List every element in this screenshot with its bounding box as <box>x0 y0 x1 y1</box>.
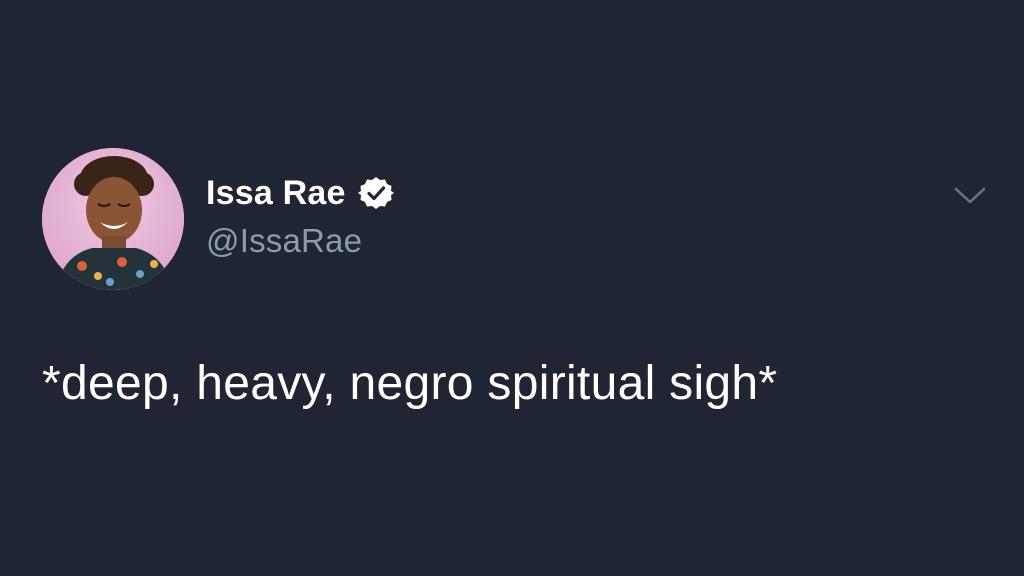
avatar[interactable] <box>42 148 184 290</box>
author-name-row: Issa Rae <box>206 170 394 216</box>
chevron-down-icon[interactable] <box>950 180 990 210</box>
avatar-photo-icon <box>42 148 184 290</box>
verified-badge-icon <box>357 175 394 211</box>
display-name[interactable]: Issa Rae <box>206 174 346 213</box>
tweet-card: Issa Rae @IssaRae *deep, heavy, negro sp… <box>0 0 1024 576</box>
user-handle[interactable]: @IssaRae <box>206 222 362 260</box>
tweet-body-text: *deep, heavy, negro spiritual sigh* <box>42 357 778 410</box>
